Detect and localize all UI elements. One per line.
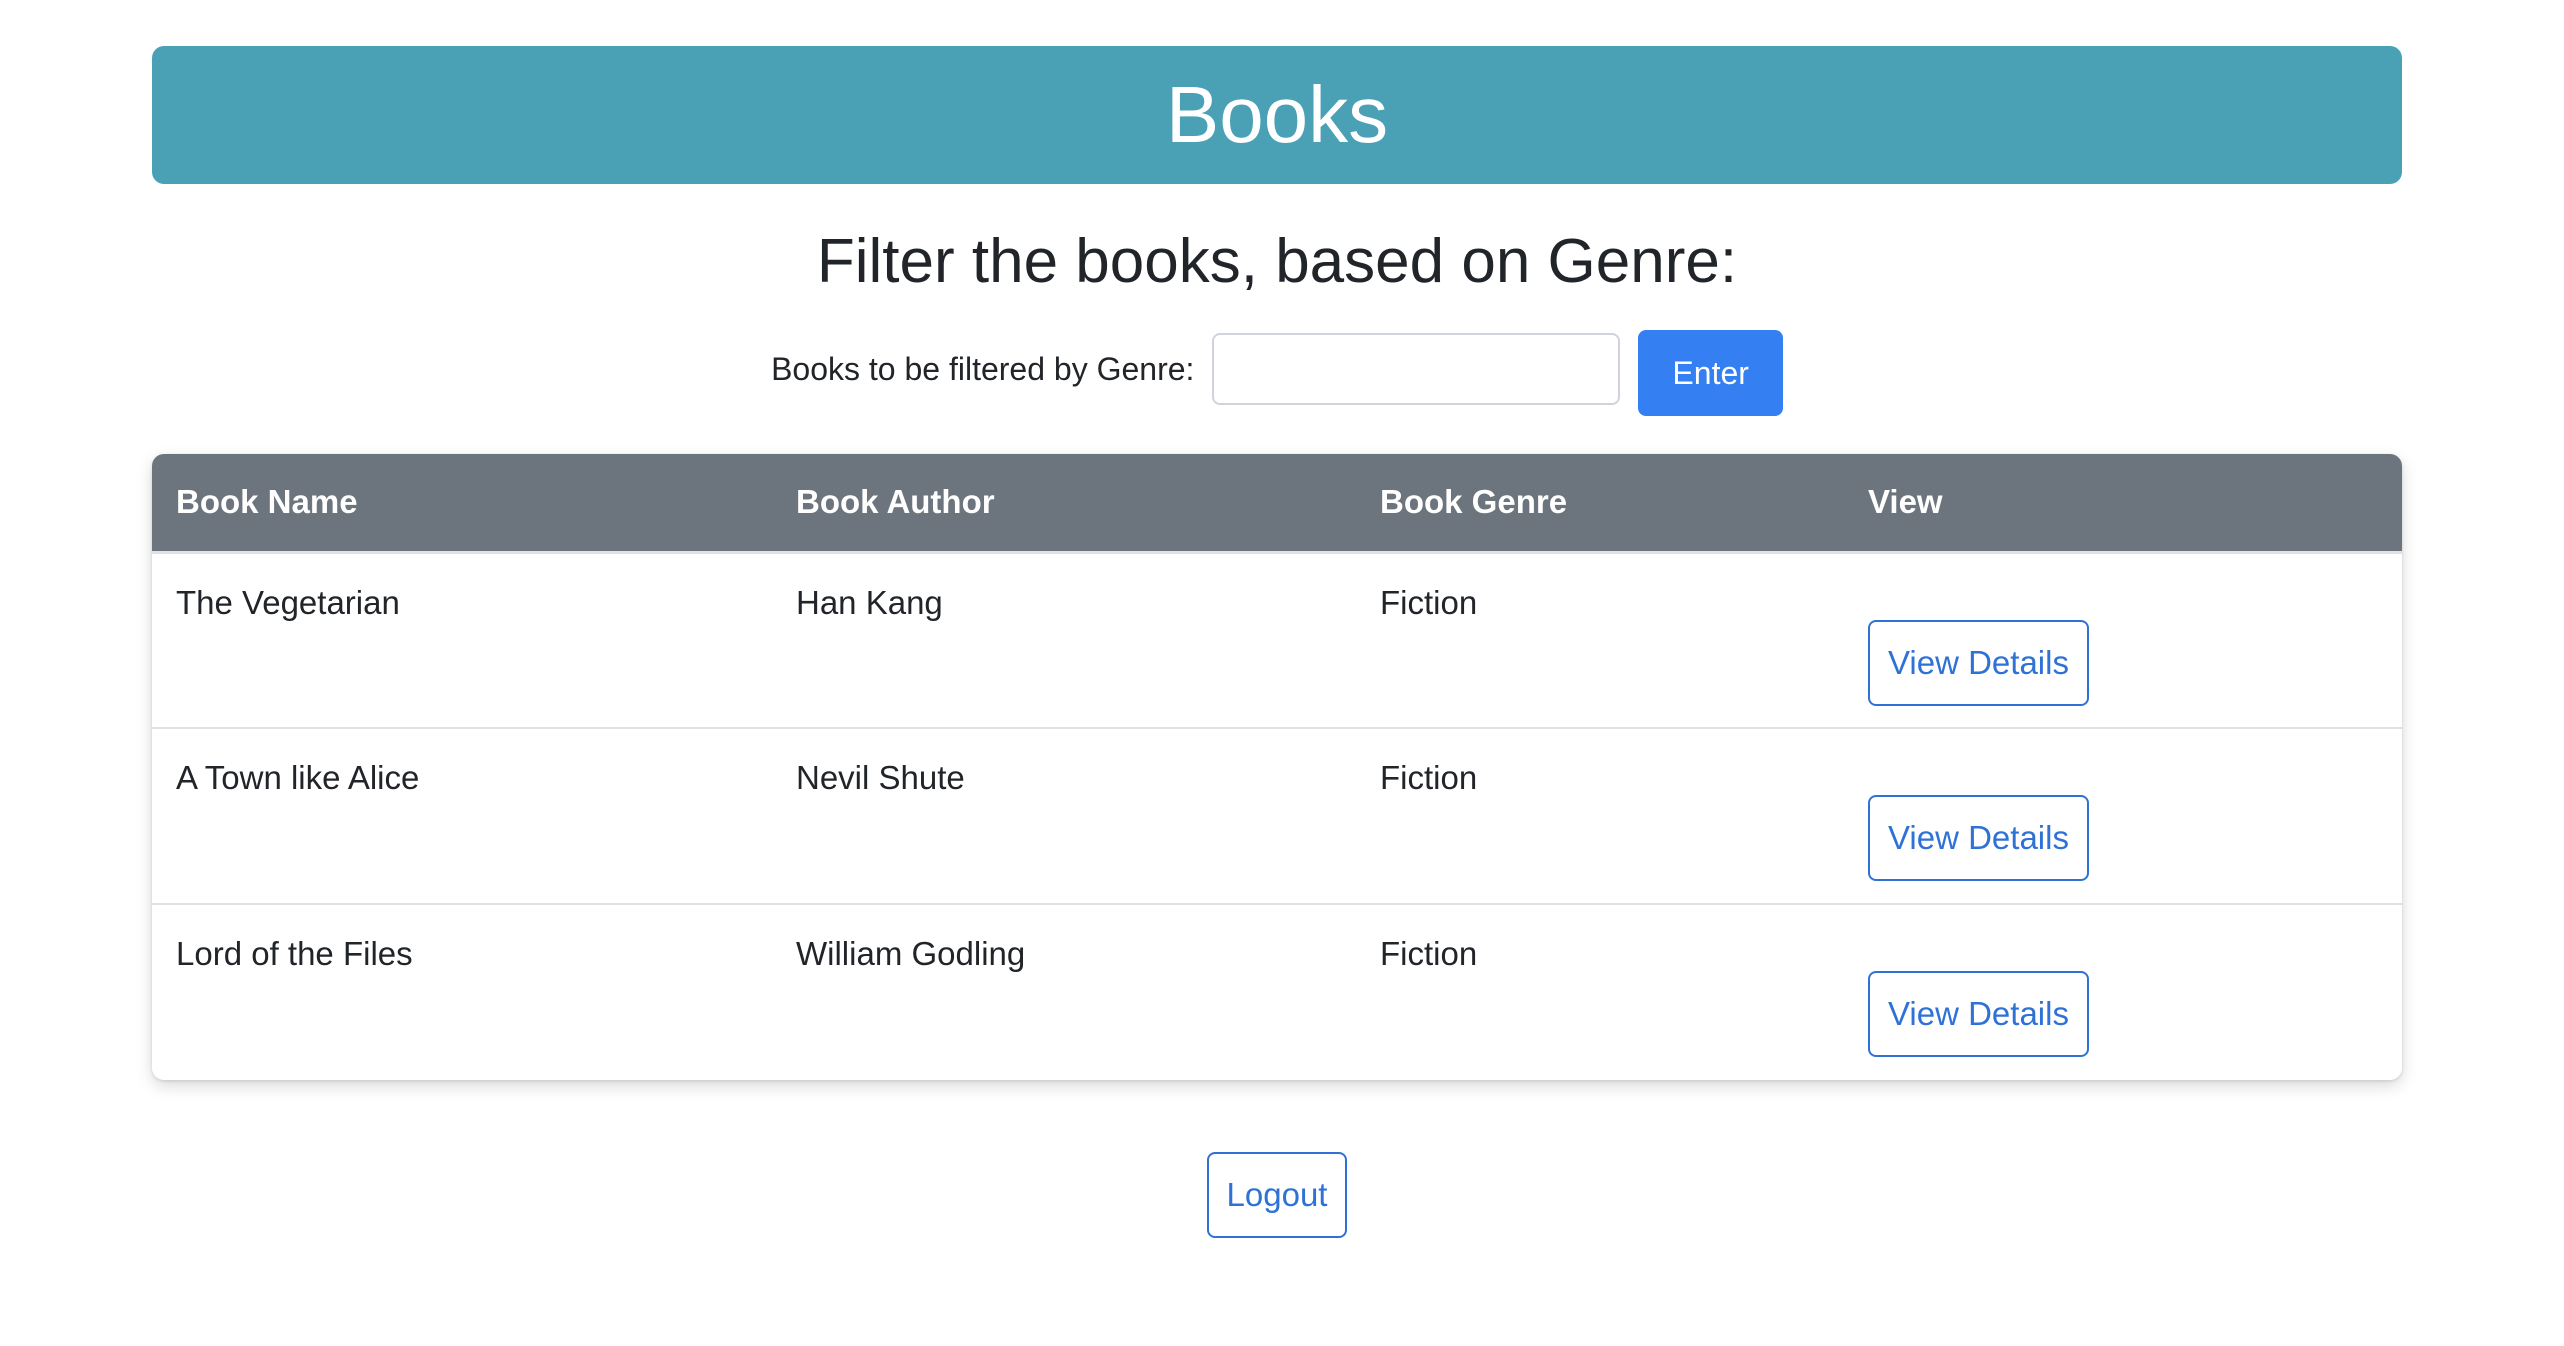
view-details-button[interactable]: View Details xyxy=(1868,971,2089,1058)
table-header: Book Name Book Author Book Genre View xyxy=(152,454,2402,553)
book-genre-cell: Fiction xyxy=(1380,759,1478,797)
filter-heading: Filter the books, based on Genre: xyxy=(816,227,1738,296)
column-header-book-name: Book Name xyxy=(176,483,358,521)
view-cell: View Details xyxy=(1844,552,2402,728)
logout-wrapper: Logout xyxy=(152,1152,2402,1239)
main-container: Books Filter the books, based on Genre: … xyxy=(152,46,2402,1239)
book-genre-cell: Fiction xyxy=(1380,583,1478,621)
view-details-button[interactable]: View Details xyxy=(1868,619,2089,706)
logout-button[interactable]: Logout xyxy=(1206,1152,1348,1239)
book-name-cell: Lord of the Files xyxy=(176,935,413,973)
book-author-cell: Han Kang xyxy=(796,583,943,621)
view-cell: View Details xyxy=(1844,728,2402,904)
header-banner: Books xyxy=(152,46,2402,184)
view-details-button[interactable]: View Details xyxy=(1868,795,2089,882)
view-cell: View Details xyxy=(1844,904,2402,1080)
column-header-view: View xyxy=(1868,483,1943,521)
enter-button[interactable]: Enter xyxy=(1638,330,1783,417)
genre-filter-label: Books to be filtered by Genre: xyxy=(771,350,1195,387)
book-author-cell: William Godling xyxy=(796,935,1026,973)
books-table-card: Book Name Book Author Book Genre View Th… xyxy=(152,454,2402,1081)
table-row: The Vegetarian Han Kang Fiction View Det… xyxy=(152,552,2402,728)
column-header-book-genre: Book Genre xyxy=(1380,483,1568,521)
column-header-book-author: Book Author xyxy=(796,483,995,521)
book-name-cell: The Vegetarian xyxy=(176,583,400,621)
table-row: A Town like Alice Nevil Shute Fiction Vi… xyxy=(152,728,2402,904)
filter-form: Books to be filtered by Genre: Enter xyxy=(152,326,2402,417)
books-table: Book Name Book Author Book Genre View Th… xyxy=(152,454,2402,1080)
book-author-cell: Nevil Shute xyxy=(796,759,965,797)
page-title: Books xyxy=(1165,70,1389,159)
genre-filter-input[interactable] xyxy=(1212,333,1621,406)
book-name-cell: A Town like Alice xyxy=(176,759,420,797)
page: Books Filter the books, based on Genre: … xyxy=(0,0,2564,1346)
table-row: Lord of the Files William Godling Fictio… xyxy=(152,904,2402,1080)
book-genre-cell: Fiction xyxy=(1380,935,1478,973)
table-header-row: Book Name Book Author Book Genre View xyxy=(152,454,2402,553)
table-body: The Vegetarian Han Kang Fiction View Det… xyxy=(152,552,2402,1080)
